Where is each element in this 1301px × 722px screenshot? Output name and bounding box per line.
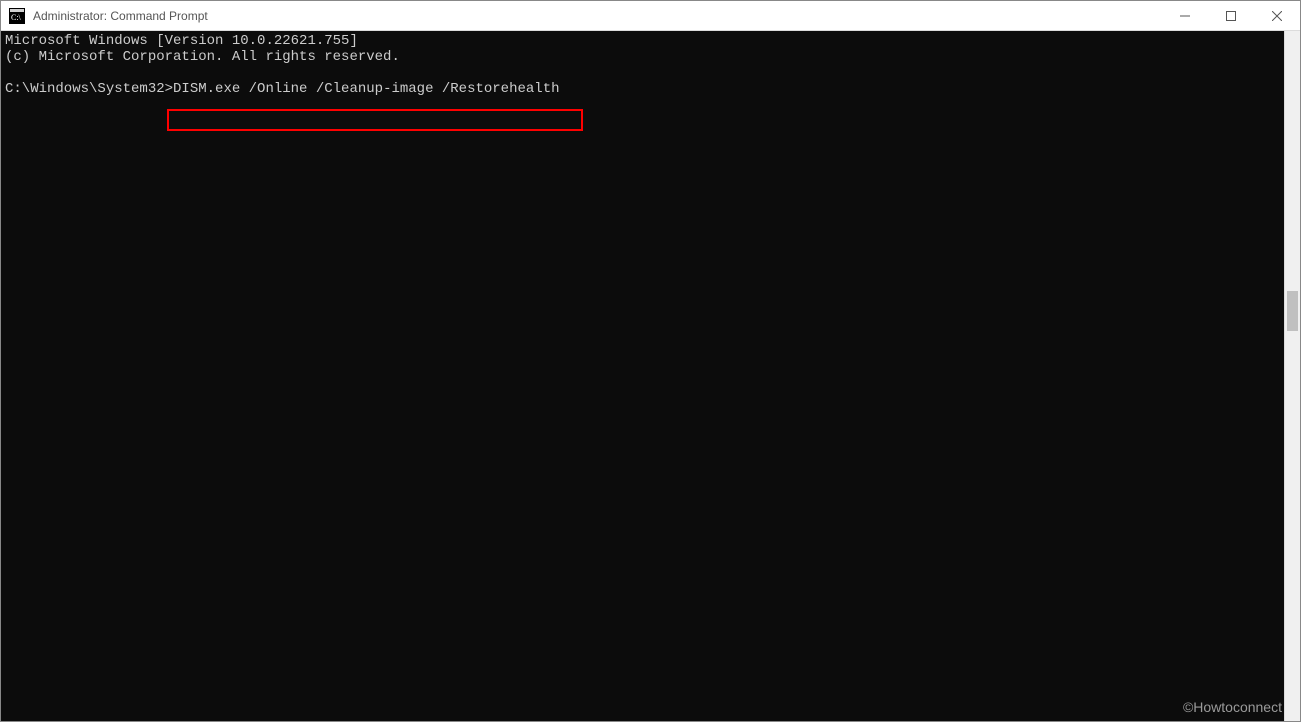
svg-text:C:\: C:\ bbox=[11, 13, 22, 22]
watermark: ©Howtoconnect bbox=[1183, 699, 1282, 715]
terminal-line-1: Microsoft Windows [Version 10.0.22621.75… bbox=[5, 33, 358, 49]
vertical-scrollbar[interactable] bbox=[1284, 31, 1300, 721]
titlebar[interactable]: C:\ Administrator: Command Prompt bbox=[1, 1, 1300, 31]
terminal-line-2: (c) Microsoft Corporation. All rights re… bbox=[5, 49, 400, 65]
terminal-command: DISM.exe /Online /Cleanup-image /Restore… bbox=[173, 81, 559, 97]
cmd-icon: C:\ bbox=[9, 8, 25, 24]
close-button[interactable] bbox=[1254, 1, 1300, 30]
command-prompt-window: C:\ Administrator: Command Prompt Micros… bbox=[0, 0, 1301, 722]
minimize-button[interactable] bbox=[1162, 1, 1208, 30]
window-controls bbox=[1162, 1, 1300, 30]
terminal-output[interactable]: Microsoft Windows [Version 10.0.22621.75… bbox=[1, 31, 1284, 721]
terminal-prompt: C:\Windows\System32> bbox=[5, 81, 173, 97]
maximize-button[interactable] bbox=[1208, 1, 1254, 30]
scrollbar-thumb[interactable] bbox=[1287, 291, 1298, 331]
window-title: Administrator: Command Prompt bbox=[33, 9, 1162, 23]
terminal-wrapper: Microsoft Windows [Version 10.0.22621.75… bbox=[1, 31, 1300, 721]
